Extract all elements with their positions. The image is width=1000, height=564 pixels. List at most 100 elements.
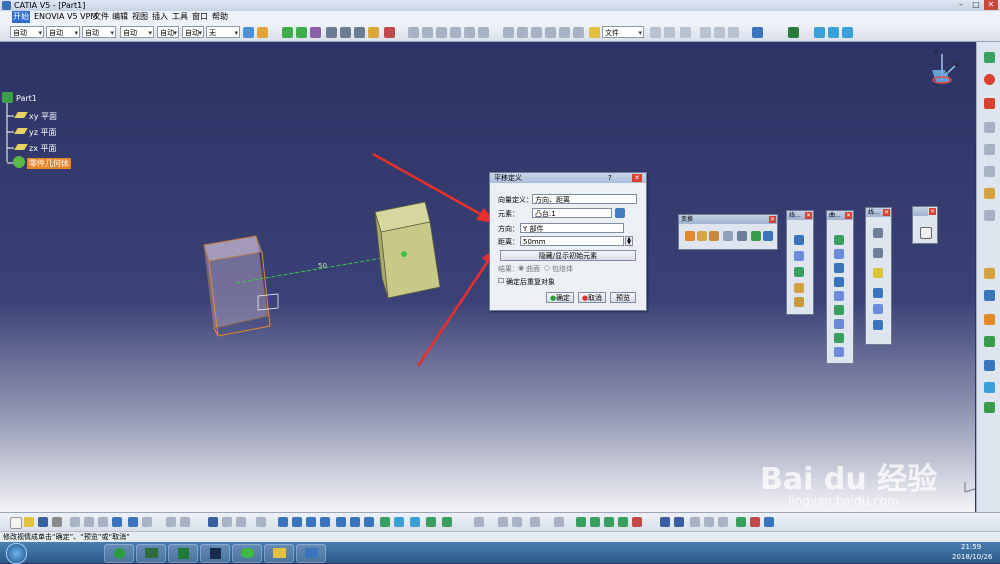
sketch-close-icon[interactable]: ✕	[883, 209, 890, 216]
hide-show-icon[interactable]	[410, 517, 420, 527]
param-icon[interactable]	[498, 517, 508, 527]
tree-icon[interactable]	[222, 517, 232, 527]
analysis-icon[interactable]	[674, 517, 684, 527]
expand-icon[interactable]	[256, 517, 266, 527]
3d-viewport[interactable]: x y z 50 Part1 xy 平面 yz 平面 zx 平面 零件几何体 平…	[0, 42, 975, 512]
measure-icon[interactable]	[474, 517, 484, 527]
options-icon[interactable]	[764, 517, 774, 527]
menu-enovia[interactable]: ENOVIA V5 VPM	[33, 11, 98, 23]
paste-icon[interactable]	[98, 517, 108, 527]
menu-help[interactable]: 帮助	[211, 11, 229, 23]
spline-icon[interactable]	[794, 283, 804, 293]
update-icon[interactable]	[736, 517, 746, 527]
translated-solid[interactable]	[374, 201, 441, 299]
dimension-icon[interactable]	[545, 27, 556, 38]
tree-item-zx[interactable]: zx 平面	[29, 143, 56, 154]
table-icon[interactable]	[208, 517, 218, 527]
radio-surface-icon[interactable]: ◉	[518, 264, 524, 272]
filter-select[interactable]: 无	[206, 26, 240, 39]
fit-icon[interactable]	[292, 517, 302, 527]
cube-icon[interactable]	[814, 27, 825, 38]
sweep-icon[interactable]	[834, 305, 844, 315]
menu-file[interactable]: 文件	[92, 11, 110, 23]
analysis-icon[interactable]	[984, 336, 995, 347]
element-field[interactable]: 凸台.1	[532, 208, 612, 218]
scaling-icon[interactable]	[723, 231, 733, 241]
knowledge-icon[interactable]	[728, 27, 739, 38]
point-icon[interactable]	[794, 235, 804, 245]
feature-icon[interactable]	[408, 27, 419, 38]
direction-field[interactable]: Y 部件	[520, 223, 624, 233]
surfaces-close-icon[interactable]: ✕	[845, 212, 852, 219]
help-icon[interactable]	[142, 517, 152, 527]
fillet-icon[interactable]	[384, 27, 395, 38]
join-icon[interactable]	[984, 402, 995, 413]
taskbar-excel[interactable]	[168, 544, 198, 563]
linetype-select[interactable]: 自动	[120, 26, 154, 39]
menu-start[interactable]: 开始	[12, 11, 30, 23]
knowledge-icon[interactable]	[512, 517, 522, 527]
taskbar-browser[interactable]	[104, 544, 134, 563]
taskbar-monitor[interactable]	[136, 544, 166, 563]
swap-icon[interactable]	[426, 517, 436, 527]
pan-icon[interactable]	[306, 517, 316, 527]
rib-icon[interactable]	[464, 27, 475, 38]
print-icon[interactable]	[52, 517, 62, 527]
fill-icon[interactable]	[834, 319, 844, 329]
wrench-icon[interactable]	[714, 27, 725, 38]
reuse-checkbox[interactable]: ☐	[498, 277, 504, 285]
vector-def-select[interactable]: 方向、距离	[532, 194, 637, 204]
minimize-button[interactable]: –	[954, 0, 968, 10]
revolve-icon[interactable]	[834, 249, 844, 259]
weight-select[interactable]: 自动	[82, 26, 116, 39]
face-icon[interactable]	[984, 290, 995, 301]
measure-icon[interactable]	[573, 27, 584, 38]
draft-icon[interactable]	[436, 27, 447, 38]
menu-window[interactable]: 窗口	[191, 11, 209, 23]
tree-item-xy[interactable]: xy 平面	[29, 111, 57, 122]
catalog-icon[interactable]	[752, 27, 763, 38]
render-select[interactable]: 自动	[182, 26, 204, 39]
tree-root[interactable]: Part1	[16, 94, 37, 103]
grid-icon[interactable]	[517, 27, 528, 38]
painter-icon[interactable]	[257, 27, 268, 38]
menu-insert[interactable]: 插入	[151, 11, 169, 23]
rotate-icon[interactable]	[697, 231, 707, 241]
file-select[interactable]: 文件	[602, 26, 644, 39]
layer-icon[interactable]	[704, 517, 714, 527]
transform-close-icon[interactable]: ✕	[769, 216, 776, 223]
rule-icon[interactable]	[530, 517, 540, 527]
tool-icon[interactable]	[700, 27, 711, 38]
sketcher-close-icon[interactable]: ✕	[929, 208, 936, 215]
line-select[interactable]: 自动	[46, 26, 80, 39]
surface-icon[interactable]	[576, 517, 586, 527]
menu-view[interactable]: 视图	[131, 11, 149, 23]
selector-icon[interactable]	[615, 208, 625, 218]
taskbar-catia[interactable]	[200, 544, 230, 563]
menu-tools[interactable]: 工具	[171, 11, 189, 23]
thickness-icon[interactable]	[450, 27, 461, 38]
line-icon[interactable]	[326, 27, 337, 38]
circle-icon[interactable]	[794, 267, 804, 277]
catalog-icon[interactable]	[554, 517, 564, 527]
macro-icon[interactable]	[788, 27, 799, 38]
taskbar-wechat[interactable]	[232, 544, 262, 563]
shell-icon[interactable]	[422, 27, 433, 38]
cancel-button[interactable]: ●取消	[578, 292, 606, 303]
sketch-based-icon[interactable]	[604, 517, 614, 527]
stop-update-icon[interactable]	[750, 517, 760, 527]
open-icon[interactable]	[24, 517, 34, 527]
link-icon[interactable]	[680, 27, 691, 38]
shading-icon[interactable]	[394, 517, 404, 527]
menu-edit[interactable]: 编辑	[111, 11, 129, 23]
taskbar-folder[interactable]	[264, 544, 294, 563]
redo-icon[interactable]	[128, 517, 138, 527]
material-icon[interactable]	[442, 517, 452, 527]
pattern-icon[interactable]	[763, 231, 773, 241]
sketch-icon[interactable]	[984, 52, 995, 63]
sphere-icon[interactable]	[834, 263, 844, 273]
intersection-icon[interactable]	[873, 304, 883, 314]
analysis-icon[interactable]	[559, 27, 570, 38]
dialog-close-icon[interactable]: ✕	[632, 174, 642, 182]
cursor-icon[interactable]	[984, 268, 995, 279]
